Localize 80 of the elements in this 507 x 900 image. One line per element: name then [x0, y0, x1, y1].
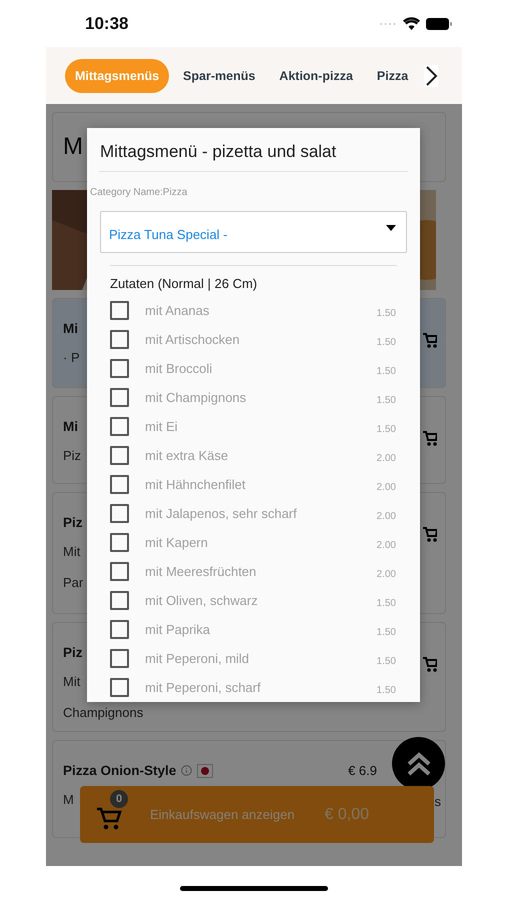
option-price: 1.50	[376, 598, 396, 608]
item-description: · P	[63, 350, 80, 365]
option-price: 1.50	[376, 366, 396, 376]
item-title: Piz	[63, 515, 83, 530]
checkbox[interactable]	[110, 417, 129, 436]
item-title: Mi	[63, 321, 78, 336]
cart-icon[interactable]	[423, 657, 437, 673]
checkbox[interactable]	[110, 359, 129, 378]
checkbox[interactable]	[110, 620, 129, 639]
item-description: Mit	[63, 674, 80, 689]
category-tab[interactable]: Spar-menüs	[173, 58, 266, 92]
checkbox[interactable]	[110, 562, 129, 581]
option-label: mit Meeresfrüchten	[145, 564, 256, 579]
option-label: mit extra Käse	[145, 448, 228, 463]
option-price: 2.00	[376, 452, 396, 464]
checkbox[interactable]	[110, 388, 129, 407]
checkbox[interactable]	[110, 301, 129, 320]
product-select[interactable]: Pizza Tuna Special -	[100, 211, 407, 253]
option-label: mit Hähnchenfilet	[145, 477, 246, 492]
option-price: 1.50	[376, 656, 396, 666]
option-label: mit Ei	[145, 419, 178, 434]
option-price: 1.50	[376, 424, 396, 434]
item-description: Piz	[63, 448, 82, 463]
checkbox[interactable]	[110, 678, 129, 697]
item-title: Pizza Onion-Style	[63, 763, 176, 778]
category-label: Category Name:Pizza	[90, 187, 188, 198]
checkbox[interactable]	[110, 649, 129, 668]
option-label: mit Kapern	[145, 535, 208, 550]
item-title: Mi	[63, 419, 78, 434]
menu-heading: M	[63, 133, 83, 161]
option-price: 2.00	[376, 568, 396, 580]
checkbox[interactable]	[110, 330, 129, 349]
option-price: 2.00	[376, 482, 396, 492]
checkbox[interactable]	[110, 446, 129, 465]
chevron-right-icon[interactable]	[424, 64, 438, 86]
option-label: mit Paprika	[145, 622, 210, 637]
option-label: mit Artischocken	[145, 332, 240, 347]
option-label: mit Oliven, schwarz	[145, 593, 258, 608]
category-tab[interactable]: Pizza	[366, 58, 418, 92]
cart-icon[interactable]	[423, 431, 437, 447]
battery-icon	[426, 18, 452, 30]
item-description: M	[63, 792, 74, 807]
option-label: mit Peperoni, scharf	[145, 680, 261, 695]
signal-icon	[379, 22, 397, 26]
option-price: 2.00	[376, 510, 396, 522]
option-price: 1.50	[376, 684, 396, 696]
item-description: Par	[63, 575, 84, 590]
option-price: 1.50	[376, 336, 396, 348]
checkbox[interactable]	[110, 533, 129, 552]
option-label: mit Peperoni, mild	[145, 651, 250, 666]
view-cart-toast[interactable]: 0 Einkaufswagen anzeigen € 0,00	[80, 786, 434, 843]
dropdown-caret-icon	[386, 225, 396, 231]
double-chevron-up-icon	[406, 750, 432, 776]
option-label: mit Broccoli	[145, 361, 212, 376]
wifi-icon	[403, 17, 420, 30]
item-description: Champignons	[63, 705, 144, 720]
option-price: 1.50	[376, 394, 396, 406]
dialog-title: Mittagsmenü - pizetta und salat	[100, 142, 336, 162]
item-description: s	[434, 794, 441, 809]
option-price: 2.00	[376, 540, 396, 550]
cart-icon[interactable]	[423, 333, 437, 349]
cart-icon[interactable]	[423, 527, 437, 543]
checkbox[interactable]	[110, 591, 129, 610]
option-label: mit Champignons	[145, 390, 246, 405]
item-price: € 6.9	[348, 763, 377, 778]
shopping-cart-icon	[96, 806, 122, 832]
checkbox[interactable]	[110, 475, 129, 494]
category-tab[interactable]: Aktion-pizza	[269, 58, 363, 92]
item-description: Mit	[63, 544, 80, 559]
checkbox[interactable]	[110, 504, 129, 523]
option-price: 1.50	[376, 626, 396, 638]
option-label: mit Ananas	[145, 303, 210, 318]
option-price: 1.50	[376, 308, 396, 318]
cart-count-badge: 0	[110, 790, 128, 808]
item-title: Piz	[63, 645, 83, 660]
option-label: mit Jalapenos, sehr scharf	[145, 506, 297, 521]
section-heading: Zutaten (Normal | 26 Cm)	[110, 276, 258, 291]
status-time: 10:38	[85, 14, 128, 34]
cart-total: € 0,00	[324, 806, 370, 824]
view-cart-label: Einkaufswagen anzeigen	[150, 807, 295, 822]
